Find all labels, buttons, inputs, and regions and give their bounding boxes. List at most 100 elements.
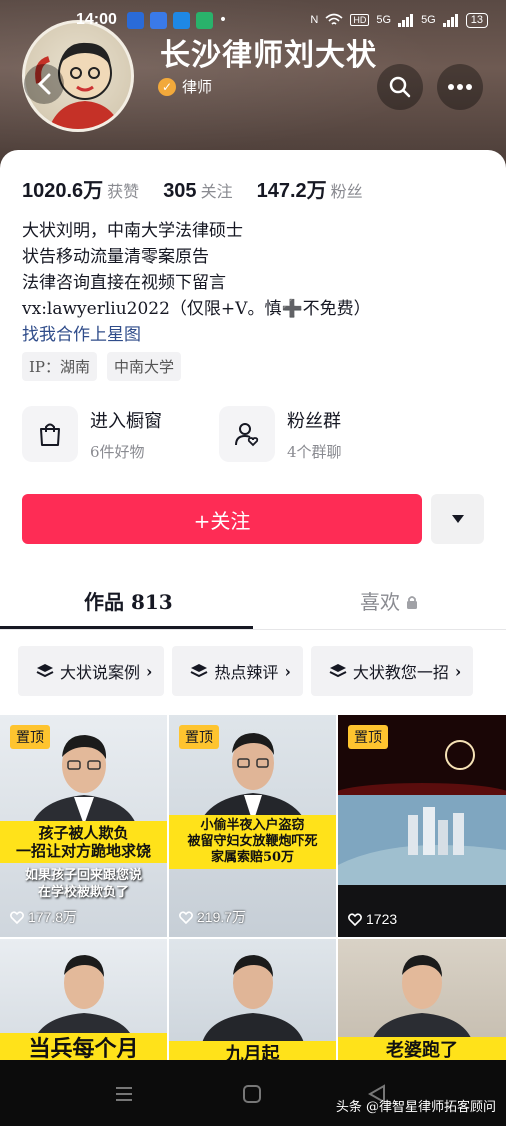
caption-line: 家属索赔50万 [210,850,295,865]
wifi-icon [325,13,343,25]
chevron-right-icon: › [284,661,291,681]
fan-group-entry[interactable]: 粉丝群 4个群聊 [219,406,342,462]
video-subcaption: 如果孩子回来跟您说 在学校被欺负了 [0,867,167,901]
more-options-button[interactable] [437,64,483,110]
profile-tabs: 作品 813 喜欢 [0,568,506,630]
caption-line: 如果孩子回来跟您说 [24,868,142,883]
shop-window-subtitle: 6件好物 [90,442,145,461]
lock-icon [407,596,418,609]
caption-line: 在学校被欺负了 [37,885,129,900]
hd-icon: HD [350,14,370,26]
video-thumbnail[interactable]: 置顶 孩子被人欺负 一招让对方跪地求饶 如果孩子回来跟您说 在学校被欺负了 17… [0,715,167,937]
stat-likes[interactable]: 1020.6万 获赞 [22,174,139,203]
collection-chip-label: 热点辣评 [214,663,279,682]
bio-line: 大状刘明，中南大学法律硕士 [22,221,243,241]
caption-line: 被留守妇女放鞭炮吓死 [187,834,318,849]
chevron-right-icon: › [146,661,153,681]
heart-icon [179,910,193,924]
stat-label: 获赞 [107,182,140,201]
active-tab-indicator [0,626,253,629]
tab-works[interactable]: 作品 813 [84,586,173,615]
presenter-image [200,955,305,1047]
caption-line: 孩子被人欺负 [38,824,129,842]
collection-chip-label: 大状说案例 [60,663,141,682]
star-map-link[interactable]: 找我合作上星图 [22,322,371,348]
caption-line: 一招让对方跪地求饶 [15,842,151,860]
home-icon[interactable] [242,1084,262,1104]
like-count: 219.7万 [179,907,246,927]
verified-badge: ✓ 律师 [158,76,212,97]
like-count: 1723 [348,911,397,927]
bio-line: 法律咨询直接在视频下留言 [22,273,226,293]
system-status-icons: N HD 5G 5G 13 [310,12,488,28]
video-grid: 置顶 孩子被人欺负 一招让对方跪地求饶 如果孩子回来跟您说 在学校被欺负了 17… [0,715,506,1089]
video-thumbnail[interactable]: 置顶 小偷半夜入户盗窃 被留守妇女放鞭炮吓死 家属索赔50万 219.7万 [169,715,336,937]
shop-window-entry[interactable]: 进入橱窗 6件好物 [22,406,162,462]
stat-label: 粉丝 [330,182,363,201]
bio-line: 状告移动流量清零案原告 [22,247,209,267]
recommend-dropdown-button[interactable] [431,494,484,544]
verified-label: 律师 [182,78,213,96]
app-notification-icon [195,11,213,29]
video-caption: 小偷半夜入户盗窃 被留守妇女放鞭炮吓死 家属索赔50万 [169,815,336,869]
signal-icon [398,13,414,27]
shopping-bag-icon [22,406,78,462]
collection-chip[interactable]: 热点辣评 › [172,646,303,696]
app-notification-icon [149,11,167,29]
school-tag[interactable]: 中南大学 [107,352,182,381]
battery-indicator: 13 [465,12,488,28]
collection-chip[interactable]: 大状教您一招 › [310,646,474,696]
heart-icon [348,912,362,926]
video-caption: 孩子被人欺负 一招让对方跪地求饶 [0,821,167,863]
collection-chip-label: 大状教您一招 [352,663,449,682]
profile-bio: 大状刘明，中南大学法律硕士 状告移动流量清零案原告 法律咨询直接在视频下留言 v… [22,218,371,348]
status-time: 14:00 [76,11,117,28]
menu-icon[interactable] [114,1086,134,1102]
more-dots-icon [448,84,472,90]
bio-line: vx:lawyerliu2022（仅限+V。慎➕不免费） [22,299,371,319]
search-button[interactable] [377,64,423,110]
presenter-image [31,955,136,1047]
ip-location-tag: IP：湖南 [22,352,98,381]
notification-icons: • [126,11,228,29]
follow-button[interactable]: +关注 [22,494,422,544]
nfc-icon: N [310,14,319,26]
stat-followers[interactable]: 147.2万 粉丝 [257,174,363,203]
like-count-value: 177.8万 [28,909,78,925]
profile-stats: 1020.6万 获赞 305 关注 147.2万 粉丝 [22,174,363,203]
layers-icon [36,664,54,678]
tab-likes-label: 喜欢 [360,590,400,614]
presenter-image [370,955,474,1047]
fan-group-icon [219,406,275,462]
chevron-right-icon: › [454,661,462,681]
network-label: 5G [376,14,392,26]
profile-tags: IP：湖南 中南大学 [22,352,182,381]
system-navigation-bar [0,1060,506,1126]
verified-check-icon: ✓ [158,77,176,96]
fan-group-title: 粉丝群 [287,410,341,432]
layers-icon [190,664,208,678]
back-button[interactable] [24,64,64,104]
stat-value: 147.2万 [256,180,327,202]
fan-group-subtitle: 4个群聊 [287,442,342,461]
chevron-left-icon [37,73,51,95]
tab-likes[interactable]: 喜欢 [360,586,418,615]
like-count-value: 219.7万 [197,909,247,925]
signal-icon [442,13,458,27]
caption-line: 当兵每个月 [28,1036,139,1062]
stat-label: 关注 [200,182,233,201]
pinned-badge: 置顶 [179,725,219,749]
stat-value: 1020.6万 [22,180,104,202]
like-count-value: 1723 [366,911,398,927]
stat-following[interactable]: 305 关注 [163,178,232,203]
caret-down-icon [451,515,464,523]
network-label: 5G [421,14,436,26]
collection-chip[interactable]: 大状说案例 › [18,646,165,696]
watermark: 头条 @律智星律师拓客顾问 [335,1100,496,1115]
more-dots-icon: • [218,11,228,28]
caption-line: 小偷半夜入户盗窃 [200,818,305,833]
like-count: 177.8万 [10,907,77,927]
heart-icon [10,910,24,924]
video-thumbnail[interactable]: 置顶 1723 [338,715,506,937]
app-notification-icon [172,11,190,29]
